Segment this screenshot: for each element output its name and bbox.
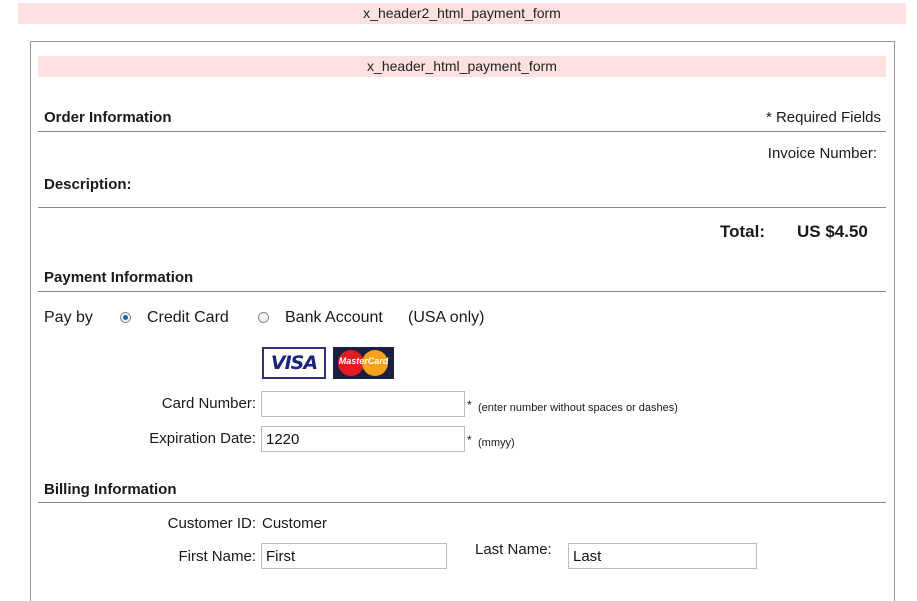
customer-id-value: Customer xyxy=(262,515,328,532)
total-label: Total: xyxy=(720,222,766,241)
expiration-required-star: * xyxy=(467,433,472,447)
expiration-date-label: Expiration Date: xyxy=(149,430,256,447)
bank-account-radio[interactable] xyxy=(258,312,269,323)
last-name-input[interactable] xyxy=(568,543,757,569)
expiration-date-hint: (mmyy) xyxy=(478,437,515,449)
inner-header-banner: x_header_html_payment_form xyxy=(38,56,886,77)
billing-information-title: Billing Information xyxy=(44,481,177,498)
mastercard-logo-text: MasterCard xyxy=(338,356,389,366)
last-name-label: Last Name: xyxy=(475,541,552,558)
billing-divider xyxy=(38,502,886,503)
credit-card-label[interactable]: Credit Card xyxy=(147,309,229,327)
expiration-date-input[interactable] xyxy=(261,426,465,452)
payment-divider xyxy=(38,291,886,292)
first-name-label: First Name: xyxy=(178,548,256,565)
bank-account-label[interactable]: Bank Account xyxy=(285,309,383,327)
mastercard-logo-icon: MasterCard xyxy=(333,347,394,379)
payment-information-title: Payment Information xyxy=(44,269,194,286)
order-divider xyxy=(38,131,886,132)
pay-by-label: Pay by xyxy=(44,309,93,326)
card-number-required-star: * xyxy=(467,398,472,412)
order-information-title: Order Information xyxy=(44,109,172,126)
description-divider xyxy=(38,207,886,208)
description-label: Description: xyxy=(44,176,132,193)
card-number-label: Card Number: xyxy=(161,395,256,412)
card-number-input[interactable] xyxy=(261,391,465,417)
credit-card-radio[interactable] xyxy=(120,312,131,323)
outer-header-banner: x_header2_html_payment_form xyxy=(18,3,906,24)
bank-account-note: (USA only) xyxy=(408,309,485,326)
required-fields-note: * Required Fields xyxy=(765,109,881,126)
card-number-hint: (enter number without spaces or dashes) xyxy=(478,402,678,414)
customer-id-label: Customer ID: xyxy=(167,515,256,532)
visa-logo-icon: VISA xyxy=(262,347,326,379)
first-name-input[interactable] xyxy=(261,543,447,569)
total-value: US $4.50 xyxy=(797,222,868,241)
invoice-number-label: Invoice Number: xyxy=(767,145,877,162)
